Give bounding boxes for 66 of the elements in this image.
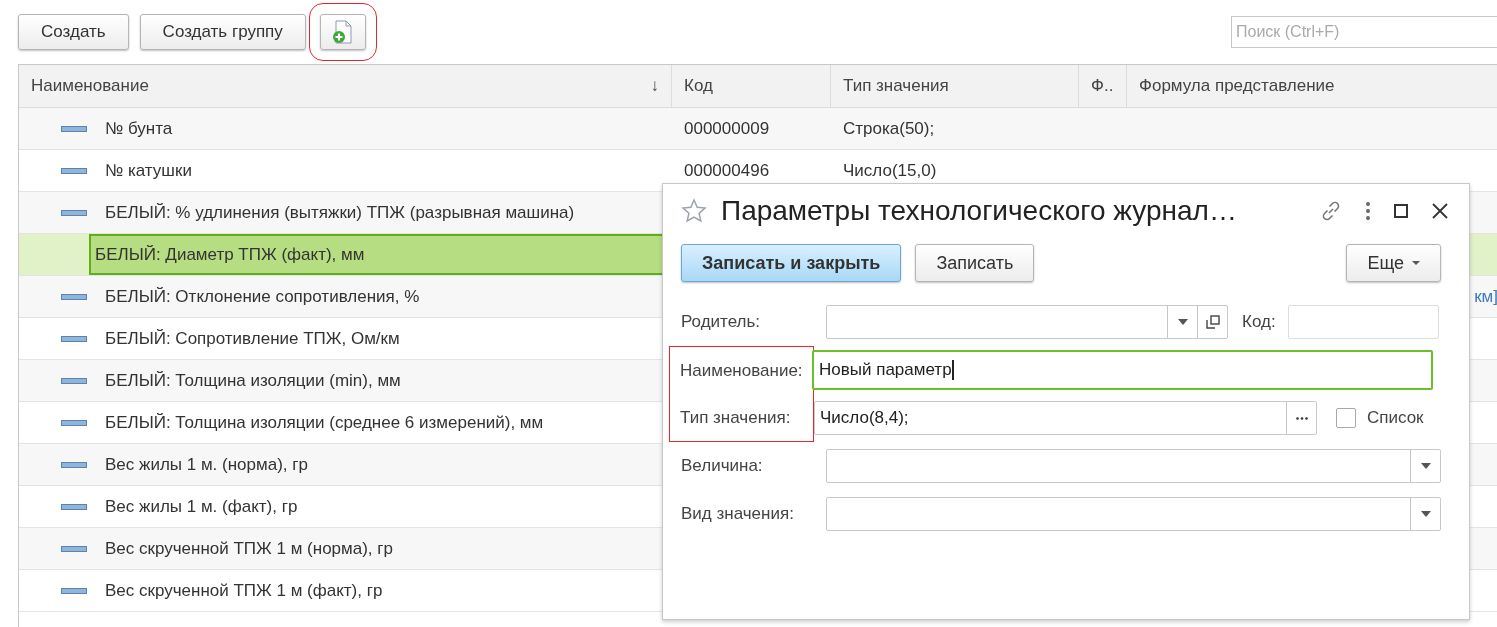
item-icon xyxy=(61,335,87,342)
table-cell: Строка(50); xyxy=(843,118,935,139)
table-cell: Вес жилы 1 м. (факт), гр xyxy=(105,496,298,517)
table-cell: БЕЛЫЙ: Отклонение сопротивления, % xyxy=(105,286,420,307)
item-icon xyxy=(61,293,87,300)
code-field[interactable] xyxy=(1287,305,1439,339)
new-item-button[interactable] xyxy=(319,14,366,50)
table-cell: БЕЛЫЙ: Сопротивление ТПЖ, Ом/км xyxy=(105,328,400,349)
item-icon xyxy=(61,461,87,468)
item-icon xyxy=(61,209,87,216)
field-label: Величина: xyxy=(681,455,764,477)
field-label: Вид значения: xyxy=(681,503,795,525)
field-label: Код: xyxy=(1242,312,1276,332)
dialog-title: Параметры технологического журнал… xyxy=(721,195,1238,227)
close-icon[interactable] xyxy=(1431,202,1449,220)
link-text[interactable]: км] xyxy=(1474,286,1497,307)
caret-icon xyxy=(1420,511,1431,517)
table-cell: БЕЛЫЙ: Толщина изоляции (среднее 6 измерений), мм xyxy=(105,412,544,433)
more-menu-button[interactable]: Еще xyxy=(1346,244,1441,282)
table-cell: 000000009 xyxy=(684,118,770,139)
ellipsis-icon xyxy=(1295,416,1308,420)
field-label: Наименование: xyxy=(669,346,814,394)
quantity-field[interactable] xyxy=(826,449,1441,483)
sort-arrow[interactable]: ↓ xyxy=(650,76,659,96)
table-cell: БЕЛЫЙ: % удлинения (вытяжки) ТПЖ (разрывная машина) xyxy=(105,202,575,223)
item-icon xyxy=(61,587,87,594)
field-label: Родитель: xyxy=(681,311,762,333)
toolbar-button[interactable]: Создать xyxy=(18,14,129,50)
toolbar-button[interactable]: Создать группу xyxy=(139,14,306,50)
column-header[interactable]: Тип значения xyxy=(831,65,1079,107)
table-row[interactable]: № бунта 000000009 Строка(50); xyxy=(19,108,1497,150)
item-icon xyxy=(61,419,87,426)
caret-icon xyxy=(1412,261,1420,265)
value-kind-field[interactable] xyxy=(826,497,1441,531)
maximize-icon[interactable] xyxy=(1393,203,1409,219)
new-document-icon xyxy=(331,20,354,44)
save-button[interactable]: Записать xyxy=(915,244,1035,282)
table-cell: 000000496 xyxy=(684,160,770,181)
field-label: Тип значения: xyxy=(669,394,814,442)
search-field[interactable]: Поиск (Ctrl+F) xyxy=(1231,16,1497,48)
item-icon xyxy=(61,545,87,552)
star-icon[interactable] xyxy=(681,198,707,224)
list-checkbox[interactable] xyxy=(1336,408,1356,428)
column-header[interactable]: Ф.. xyxy=(1079,65,1127,107)
column-header[interactable]: Код xyxy=(672,65,831,107)
table-cell: Вес скрученной ТПЖ 1 м (факт), гр xyxy=(105,580,383,601)
table-cell: Число(15,0) xyxy=(843,160,937,181)
save-close-button[interactable]: Записать и закрыть xyxy=(681,244,902,282)
checkbox-label[interactable]: Список xyxy=(1367,408,1424,428)
parent-field[interactable] xyxy=(826,305,1228,339)
item-icon xyxy=(61,503,87,510)
caret-icon xyxy=(1420,463,1431,469)
item-icon xyxy=(61,167,87,174)
more-icon[interactable] xyxy=(1365,201,1371,221)
column-header[interactable]: Наименование xyxy=(31,76,651,96)
table-cell: № катушки xyxy=(105,160,192,181)
table-cell: Вес жилы 1 м. (норма), гр xyxy=(105,454,308,475)
table-cell: БЕЛЫЙ: Толщина изоляции (min), мм xyxy=(105,370,401,391)
column-header[interactable]: Формула представление xyxy=(1127,65,1497,107)
name-field[interactable]: Новый параметр xyxy=(812,350,1433,390)
item-icon xyxy=(61,125,87,132)
table-cell: Вес скрученной ТПЖ 1 м (норма), гр xyxy=(105,538,393,559)
value-type-field[interactable]: Число(8,4); xyxy=(814,401,1317,435)
item-icon xyxy=(61,377,87,384)
table-cell: № бунта xyxy=(105,118,173,139)
open-icon xyxy=(1205,315,1220,329)
